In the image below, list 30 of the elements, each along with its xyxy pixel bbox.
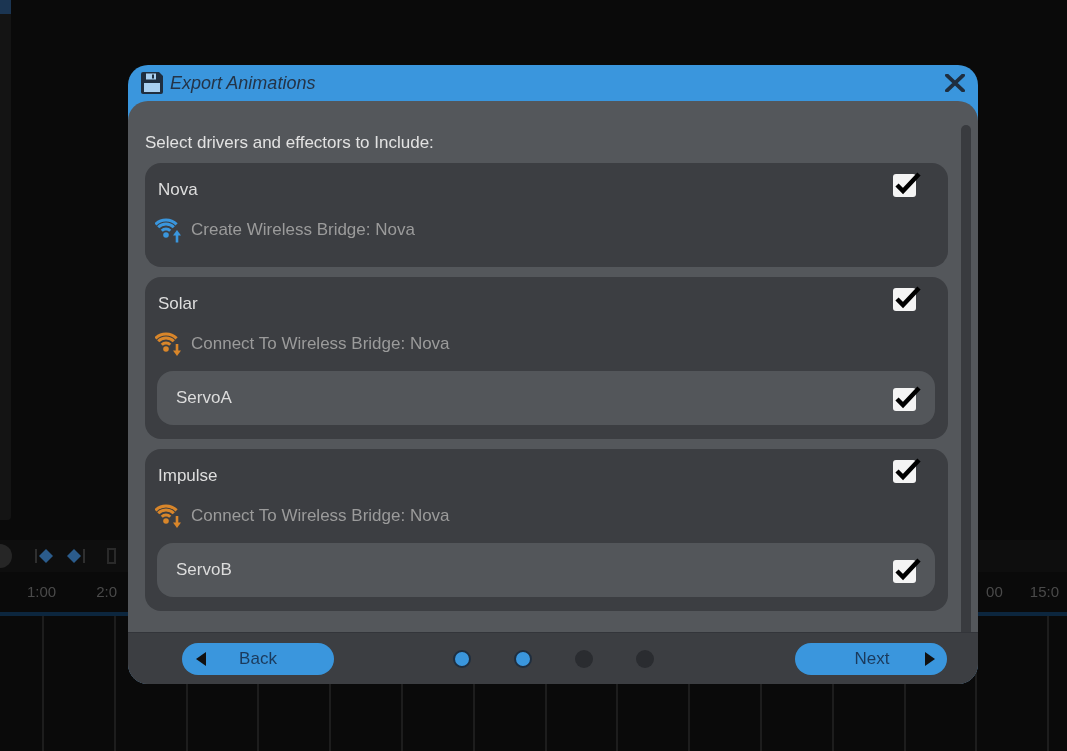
checkbox[interactable]	[892, 170, 922, 198]
checkbox[interactable]	[892, 284, 922, 312]
wifi-down-arrow-icon	[155, 331, 183, 357]
next-keyframe-icon[interactable]	[65, 548, 85, 564]
close-icon[interactable]	[945, 74, 965, 92]
next-button[interactable]: Next	[795, 642, 947, 675]
checkbox[interactable]	[892, 456, 922, 484]
dialog-title: Export Animations	[170, 72, 317, 94]
time-label: 1:00	[27, 583, 57, 601]
time-label: 2:0	[96, 583, 118, 601]
wifi-down-arrow-icon	[155, 503, 183, 529]
effector-name: ServoA	[176, 388, 232, 408]
scrollbar[interactable]	[961, 125, 971, 632]
wifi-up-arrow-icon	[155, 217, 183, 243]
time-label: 15:0	[1029, 583, 1059, 601]
checkbox[interactable]	[892, 556, 922, 584]
left-triangle-icon	[196, 651, 206, 666]
driver-name: Impulse	[158, 466, 218, 486]
time-label: 00	[986, 583, 1003, 601]
right-triangle-icon	[925, 651, 935, 666]
back-button[interactable]: Back	[182, 642, 334, 675]
effector-name: ServoB	[176, 560, 232, 580]
instruction-text: Select drivers and effectors to Include:	[145, 133, 434, 152]
bridge-label: Create Wireless Bridge: Nova	[191, 220, 415, 240]
driver-name: Solar	[158, 294, 198, 314]
bridge-label: Connect To Wireless Bridge: Nova	[191, 506, 450, 526]
driver-name: Nova	[158, 180, 198, 200]
checkbox[interactable]	[892, 384, 922, 412]
previous-keyframe-icon[interactable]	[35, 548, 55, 564]
bridge-label: Connect To Wireless Bridge: Nova	[191, 334, 450, 354]
